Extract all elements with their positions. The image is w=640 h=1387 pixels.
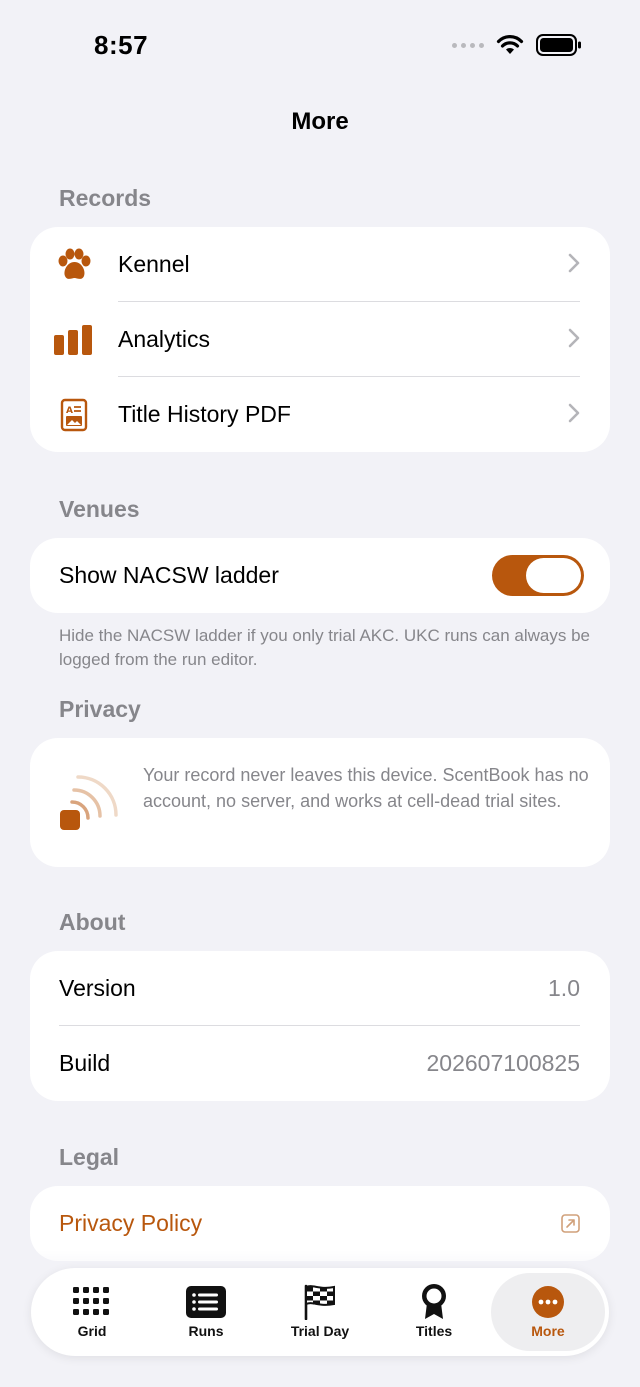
chevron-right-icon [568, 253, 580, 273]
status-time: 8:57 [94, 30, 149, 60]
analytics-row[interactable]: Analytics [30, 302, 610, 377]
external-link-icon [561, 1214, 580, 1233]
title-history-pdf-row[interactable]: A Title History PDF [30, 377, 610, 452]
venues-footnote: Hide the NACSW ladder if you only trial … [59, 626, 591, 669]
list-icon [186, 1286, 226, 1318]
section-header-legal: Legal [59, 1144, 120, 1170]
title-history-pdf-label: Title History PDF [118, 401, 291, 427]
version-label: Version [59, 975, 136, 1001]
nacsw-ladder-row: Show NACSW ladder [30, 538, 610, 613]
chevron-right-icon [568, 328, 580, 348]
tab-label: Titles [415, 1323, 453, 1339]
privacy-text: Your record never leaves this device. Sc… [143, 765, 589, 811]
tab-titles[interactable]: Titles [377, 1273, 491, 1351]
venues-card: Show NACSW ladder [30, 538, 610, 613]
tab-label: Grid [77, 1323, 107, 1339]
ribbon-icon [422, 1284, 446, 1319]
tab-bar: Grid Runs Trial Day Titles More [31, 1268, 609, 1356]
privacy-policy-link[interactable]: Privacy Policy [30, 1210, 202, 1237]
kennel-row[interactable]: Kennel [30, 227, 610, 302]
chevron-right-icon [568, 403, 580, 423]
privacy-card: Your record never leaves this device. Sc… [30, 738, 610, 867]
analytics-label: Analytics [118, 326, 211, 352]
nacsw-ladder-toggle[interactable] [492, 555, 584, 596]
cellular-signal-icon [452, 42, 484, 48]
toggle-knob [526, 558, 581, 593]
about-card: Version 1.0 Build 202607100825 [30, 951, 610, 1101]
grid-icon [73, 1287, 109, 1315]
section-header-records: Records [59, 185, 152, 211]
section-header-privacy: Privacy [59, 696, 141, 722]
paw-icon [58, 248, 91, 279]
battery-icon [536, 34, 581, 56]
status-bar: 8:57 [0, 0, 640, 95]
bar-chart-icon [54, 324, 92, 355]
tab-grid[interactable]: Grid [35, 1273, 149, 1351]
checkered-flag-icon [304, 1284, 335, 1320]
tab-more[interactable]: More [491, 1273, 605, 1351]
build-value: 202607100825 [426, 1050, 581, 1076]
document-icon: A [60, 398, 88, 431]
version-row: Version 1.0 [30, 951, 610, 1026]
version-value: 1.0 [548, 975, 580, 1001]
wifi-icon [496, 35, 524, 54]
offline-signal-icon [60, 775, 118, 830]
section-header-about: About [59, 909, 126, 935]
status-icons [452, 34, 582, 56]
tab-trial-day[interactable]: Trial Day [263, 1273, 377, 1351]
more-icon [532, 1286, 564, 1318]
tab-label: Trial Day [290, 1323, 350, 1339]
svg-text:A: A [66, 406, 73, 416]
tab-label: Runs [188, 1323, 224, 1339]
build-row: Build 202607100825 [30, 1026, 610, 1101]
kennel-label: Kennel [118, 251, 190, 277]
page-title: More [291, 108, 349, 135]
tab-label: More [531, 1323, 565, 1339]
tab-runs[interactable]: Runs [149, 1273, 263, 1351]
section-header-venues: Venues [59, 496, 140, 522]
records-card: Kennel Analytics A Title History PDF [30, 227, 610, 452]
